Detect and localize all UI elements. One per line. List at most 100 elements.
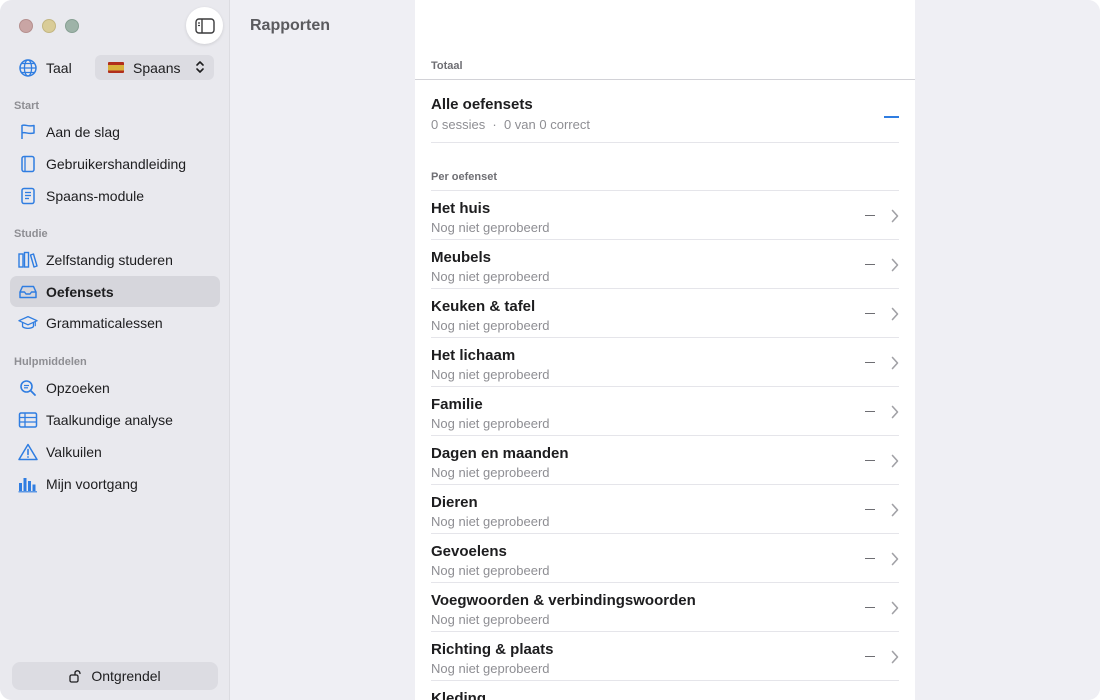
score-dash	[865, 509, 875, 510]
sidebar-toggle-icon	[194, 17, 215, 34]
list-item[interactable]: Kleding	[431, 680, 899, 700]
list-item-title: Voegwoorden & verbindingswoorden	[431, 592, 696, 609]
score-dash	[865, 411, 875, 412]
sidebar-item-spaans-module[interactable]: Spaans-module	[10, 180, 220, 211]
sidebar-item-label: Oefensets	[46, 283, 114, 300]
zoom-window-button[interactable]	[65, 19, 79, 33]
score-dash	[865, 313, 875, 314]
section-title-start: Start	[14, 100, 40, 112]
up-down-chevron-icon	[196, 61, 204, 73]
chevron-right-icon	[891, 356, 899, 370]
flag-icon	[18, 122, 38, 142]
list-item-status: Nog niet geprobeerd	[431, 367, 550, 382]
list-item-title: Familie	[431, 396, 483, 413]
window-background-right	[915, 0, 1100, 700]
list-item-status: Nog niet geprobeerd	[431, 514, 550, 529]
unlock-button[interactable]: Ontgrendel	[12, 662, 218, 690]
score-dash	[865, 656, 875, 657]
language-row: Taal Spaans	[18, 55, 214, 81]
table-icon	[18, 410, 38, 430]
list-item[interactable]: Meubels Nog niet geprobeerd	[431, 239, 899, 288]
list-item[interactable]: Keuken & tafel Nog niet geprobeerd	[431, 288, 899, 337]
sidebar-item-label: Valkuilen	[46, 443, 102, 460]
sidebar-item-aan-de-slag[interactable]: Aan de slag	[10, 116, 220, 147]
score-dash	[865, 215, 875, 216]
score-dash	[865, 558, 875, 559]
list-item-title: Dieren	[431, 494, 478, 511]
score-dash	[865, 362, 875, 363]
summary-row-all-sets: Alle oefensets 0 sessies · 0 van 0 corre…	[431, 96, 899, 143]
sidebar-toggle-button[interactable]	[186, 7, 223, 44]
chevron-right-icon	[891, 650, 899, 664]
sidebar-item-valkuilen[interactable]: Valkuilen	[10, 436, 220, 467]
window-controls	[19, 19, 79, 33]
list-item[interactable]: Richting & plaats Nog niet geprobeerd	[431, 631, 899, 680]
book-icon	[18, 154, 38, 174]
close-window-button[interactable]	[19, 19, 33, 33]
warning-icon	[18, 442, 38, 462]
minimize-window-button[interactable]	[42, 19, 56, 33]
magnifier-icon	[18, 378, 38, 398]
sidebar-item-zelfstandig-studeren[interactable]: Zelfstandig studeren	[10, 244, 220, 275]
sidebar-item-label: Opzoeken	[46, 379, 110, 396]
globe-icon	[19, 59, 37, 77]
chevron-right-icon	[891, 258, 899, 272]
app-window: Taal Spaans Start Aan de slag Gebruikers	[0, 0, 1100, 700]
list-item-status: Nog niet geprobeerd	[431, 465, 550, 480]
sidebar-item-mijn-voortgang[interactable]: Mijn voortgang	[10, 468, 220, 499]
list-item-title: Het huis	[431, 200, 491, 217]
chevron-right-icon	[891, 209, 899, 223]
score-dash	[865, 607, 875, 608]
list-item-status: Nog niet geprobeerd	[431, 661, 550, 676]
books-icon	[18, 250, 38, 270]
report-panel: Totaal Alle oefensets 0 sessies · 0 van …	[415, 0, 915, 700]
sidebar-item-taalkundige-analyse[interactable]: Taalkundige analyse	[10, 404, 220, 435]
language-select-value: Spaans	[133, 59, 181, 76]
list-item-title: Keuken & tafel	[431, 298, 536, 315]
spain-flag-icon	[108, 62, 124, 73]
list-item-title: Gevoelens	[431, 543, 507, 560]
sidebar-item-label: Taalkundige analyse	[46, 411, 173, 428]
summary-score-dash	[884, 116, 899, 118]
list-item-status: Nog niet geprobeerd	[431, 612, 550, 627]
sidebar-item-label: Mijn voortgang	[46, 475, 138, 492]
chevron-right-icon	[891, 307, 899, 321]
unlock-button-label: Ontgrendel	[91, 668, 161, 684]
list-item[interactable]: Gevoelens Nog niet geprobeerd	[431, 533, 899, 582]
score-dash	[865, 460, 875, 461]
sidebar-item-opzoeken[interactable]: Opzoeken	[10, 372, 220, 403]
list-item-status: Nog niet geprobeerd	[431, 416, 550, 431]
score-dash	[865, 264, 875, 265]
sidebar-item-grammaticalessen[interactable]: Grammaticalessen	[10, 307, 220, 338]
language-label: Taal	[46, 60, 72, 76]
sidebar-item-label: Grammaticalessen	[46, 314, 163, 331]
sidebar-item-oefensets[interactable]: Oefensets	[10, 276, 220, 307]
list-item[interactable]: Dagen en maanden Nog niet geprobeerd	[431, 435, 899, 484]
tray-icon	[18, 282, 38, 302]
list-item[interactable]: Dieren Nog niet geprobeerd	[431, 484, 899, 533]
sidebar-item-gebruikershandleiding[interactable]: Gebruikershandleiding	[10, 148, 220, 179]
summary-title: Alle oefensets	[431, 96, 533, 113]
list-item[interactable]: Voegwoorden & verbindingswoorden Nog nie…	[431, 582, 899, 631]
page-title: Rapporten	[250, 17, 330, 34]
list-item[interactable]: Het huis Nog niet geprobeerd	[431, 190, 899, 239]
divider	[415, 79, 915, 80]
list-item[interactable]: Het lichaam Nog niet geprobeerd	[431, 337, 899, 386]
list-item-status: Nog niet geprobeerd	[431, 220, 550, 235]
section-title-hulpmiddelen: Hulpmiddelen	[14, 356, 87, 368]
chevron-right-icon	[891, 552, 899, 566]
list-item-status: Nog niet geprobeerd	[431, 269, 550, 284]
per-set-section-header: Per oefenset	[431, 171, 498, 183]
chevron-right-icon	[891, 503, 899, 517]
summary-subtitle: 0 sessies · 0 van 0 correct	[431, 117, 590, 132]
list-item-title: Kleding	[431, 690, 486, 700]
language-select[interactable]: Spaans	[95, 55, 214, 80]
sidebar-item-label: Gebruikershandleiding	[46, 155, 187, 172]
practice-set-list: Het huis Nog niet geprobeerd Meubels Nog…	[431, 190, 915, 700]
list-item-title: Richting & plaats	[431, 641, 554, 658]
chevron-right-icon	[891, 405, 899, 419]
graduation-cap-icon	[18, 313, 38, 333]
list-item[interactable]: Familie Nog niet geprobeerd	[431, 386, 899, 435]
chevron-right-icon	[891, 454, 899, 468]
list-item-title: Dagen en maanden	[431, 445, 569, 462]
